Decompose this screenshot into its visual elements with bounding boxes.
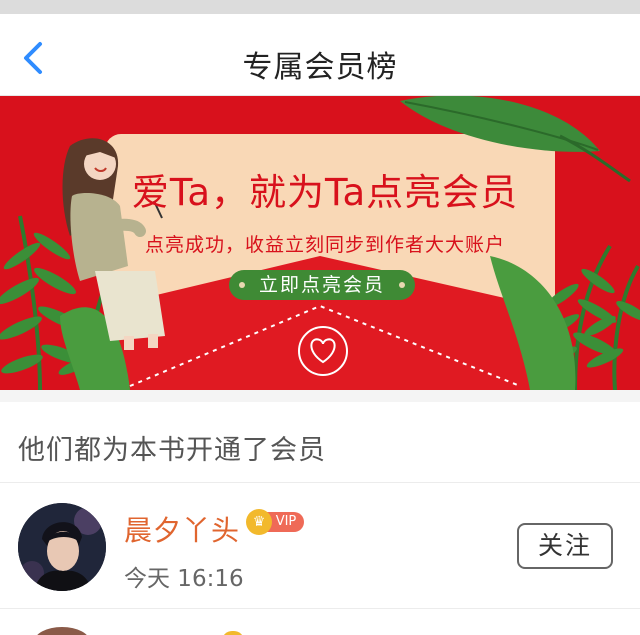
member-time: 今天 16:16 xyxy=(124,566,244,592)
page-title: 专属会员榜 xyxy=(242,50,398,85)
status-bar xyxy=(0,0,640,14)
vip-badge: VIP ♛ xyxy=(246,509,306,535)
activate-membership-button[interactable]: 立即点亮会员 xyxy=(229,270,415,300)
section-divider xyxy=(0,390,640,402)
member-name[interactable]: 晨夕丫头 xyxy=(124,509,240,549)
list-item[interactable] xyxy=(0,609,640,635)
avatar[interactable] xyxy=(18,503,106,591)
banner-headline: 爱Ta，就为Ta点亮会员 xyxy=(131,171,519,214)
crown-icon: ♛ xyxy=(246,509,272,535)
crown-icon xyxy=(222,631,244,635)
section-title: 他们都为本书开通了会员 xyxy=(18,435,326,466)
follow-button[interactable]: 关注 xyxy=(517,523,613,569)
navigation-bar: 专属会员榜 xyxy=(0,14,640,96)
avatar[interactable] xyxy=(34,627,90,635)
banner-subline: 点亮成功，收益立刻同步到作者大大账户 xyxy=(144,234,505,256)
member-list-item[interactable]: 晨夕丫头 VIP ♛ 今天 16:16 关注 xyxy=(0,483,640,608)
avatar-image xyxy=(18,503,106,591)
membership-banner[interactable]: 爱Ta，就为Ta点亮会员 点亮成功，收益立刻同步到作者大大账户 立即点亮会员 xyxy=(0,96,640,390)
